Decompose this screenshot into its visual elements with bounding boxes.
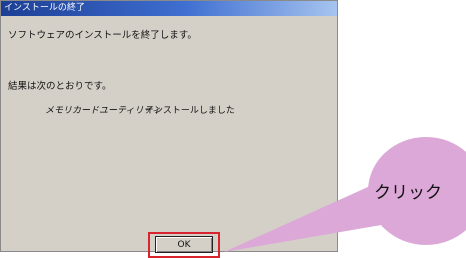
callout-click-label: クリック [374,183,442,203]
ok-button[interactable]: OK [155,236,213,253]
click-callout [224,137,466,252]
